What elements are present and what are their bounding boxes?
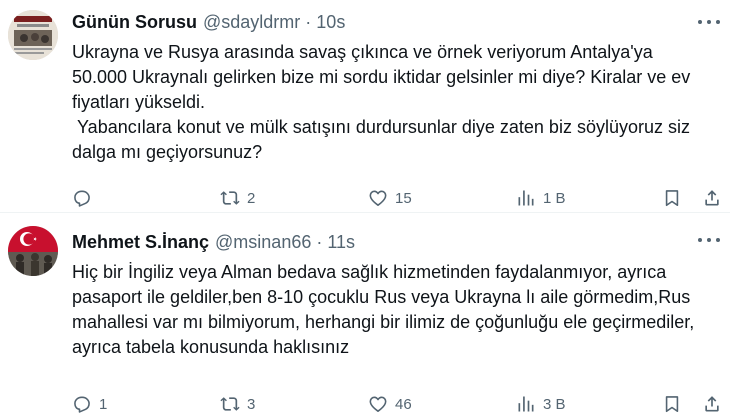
more-options-icon[interactable] — [698, 14, 720, 30]
turkish-flag-soldiers-avatar-icon — [8, 226, 58, 276]
share-icon — [705, 190, 719, 206]
display-name[interactable]: Günün Sorusu — [72, 12, 197, 33]
tweet-header: Mehmet S.İnanç @msinan66 · 11s — [72, 230, 355, 254]
reply-icon — [74, 396, 90, 413]
tweet-text: Ukrayna ve Rusya arasında savaş çıkınca … — [72, 42, 691, 162]
separator-dot: · — [305, 11, 312, 32]
timestamp[interactable]: 10s — [316, 12, 345, 33]
tweet-actions: 2 15 1 B — [62, 183, 730, 213]
reply-button[interactable] — [72, 183, 99, 213]
like-count: 15 — [395, 189, 412, 207]
user-handle[interactable]: @msinan66 — [215, 232, 311, 253]
newspaper-thumbnail-avatar-icon — [8, 10, 58, 60]
reply-icon — [74, 190, 90, 207]
retweet-icon — [220, 397, 240, 411]
avatar[interactable] — [8, 226, 58, 276]
bookmark-button[interactable] — [662, 183, 682, 213]
analytics-icon — [518, 190, 534, 206]
bookmark-icon — [665, 396, 679, 413]
like-count: 46 — [395, 395, 412, 413]
user-handle[interactable]: @sdayldrmr — [203, 12, 300, 33]
bookmark-icon — [665, 190, 679, 207]
heart-icon — [369, 396, 387, 412]
views-button[interactable]: 1 B — [516, 183, 566, 213]
view-count: 3 B — [543, 395, 566, 413]
reply-count: 1 — [99, 395, 108, 413]
tweet-header: Günün Sorusu @sdayldrmr · 10s — [72, 10, 345, 34]
heart-icon — [369, 190, 387, 206]
reply-button[interactable]: 1 — [72, 389, 107, 419]
retweet-count: 3 — [247, 395, 256, 413]
view-count: 1 B — [543, 189, 566, 207]
like-button[interactable]: 15 — [368, 183, 412, 213]
timestamp[interactable]: 11s — [327, 232, 355, 253]
share-icon — [705, 396, 719, 412]
tweet-text: Hiç bir İngiliz veya Alman bedava sağlık… — [72, 262, 700, 357]
share-button[interactable] — [702, 389, 722, 419]
bookmark-button[interactable] — [662, 389, 682, 419]
share-button[interactable] — [702, 183, 722, 213]
tweet-actions: 1 3 46 3 B — [62, 389, 730, 419]
retweet-button[interactable]: 3 — [220, 389, 255, 419]
tweet-item[interactable]: Mehmet S.İnanç @msinan66 · 11s Hiç bir İ… — [0, 218, 730, 420]
retweet-icon — [220, 191, 240, 205]
analytics-icon — [518, 396, 534, 412]
tweet-item[interactable]: Günün Sorusu @sdayldrmr · 10s Ukrayna ve… — [0, 0, 730, 213]
more-options-icon[interactable] — [698, 232, 720, 248]
views-button[interactable]: 3 B — [516, 389, 566, 419]
avatar[interactable] — [8, 10, 58, 60]
like-button[interactable]: 46 — [368, 389, 412, 419]
retweet-count: 2 — [247, 189, 256, 207]
retweet-button[interactable]: 2 — [220, 183, 255, 213]
separator-dot: · — [316, 231, 323, 252]
display-name[interactable]: Mehmet S.İnanç — [72, 232, 209, 253]
